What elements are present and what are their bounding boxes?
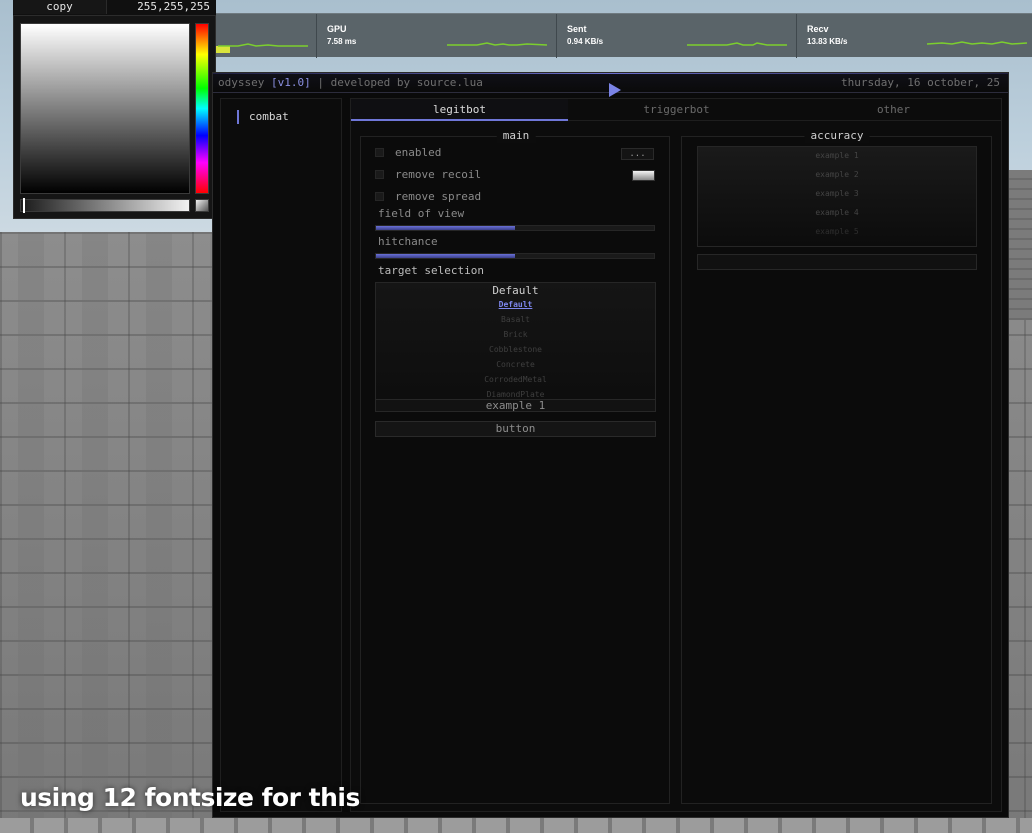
fov-slider[interactable] [375,225,655,231]
hitchance-slider-fill [376,254,515,258]
material-item[interactable]: Brick [376,330,655,339]
stat-value: 0.94 KB/s [567,37,604,46]
material-item[interactable]: Default [376,300,655,309]
window-title: odyssey [v1.0] | developed by source.lua [218,73,483,92]
cursor-icon [609,83,621,97]
stat-recv: Recv 13.83 KB/s [796,14,1032,58]
rgb-value: 255,255,255 [137,0,210,13]
fov-slider-fill [376,226,515,230]
remove-recoil-checkbox[interactable] [375,170,384,179]
material-item[interactable]: Concrete [376,360,655,369]
stat-value: 13.83 KB/s [807,37,848,46]
stat-sent: Sent 0.94 KB/s [556,14,796,58]
remove-spread-checkbox[interactable] [375,192,384,201]
material-item[interactable]: CorrodedMetal [376,375,655,384]
stat-value: 7.58 ms [327,37,357,46]
content-panel: legitbot triggerbot other main enabled .… [350,98,1002,812]
remove-spread-label: remove spread [395,190,482,203]
alpha-cursor[interactable] [23,198,25,213]
stat-label: GPU [327,24,347,34]
title-version: [v1.0] [270,76,311,89]
tower-structure [1008,170,1032,320]
accuracy-section: accuracy example 1 example 2 example 3 e… [681,129,992,804]
stat-label: Recv [807,24,829,34]
ground-edge [0,818,1032,833]
main-button[interactable]: button [375,421,656,437]
tab-other[interactable]: other [785,99,1002,121]
hitchance-slider[interactable] [375,253,655,259]
material-selected-value: Default [492,284,539,297]
accuracy-listbox[interactable]: example 1 example 2 example 3 example 4 … [697,146,977,247]
material-item[interactable]: Basalt [376,315,655,324]
accuracy-item[interactable]: example 4 [698,208,976,217]
material-listbox[interactable]: Default Default Basalt Brick Cobblestone… [375,282,656,412]
menu-window: odyssey [v1.0] | developed by source.lua… [212,72,1009,818]
remove-recoil-row[interactable]: remove recoil [375,168,625,182]
tab-triggerbot[interactable]: triggerbot [568,99,785,121]
recv-graph [926,34,1028,45]
tab-bar: legitbot triggerbot other [351,99,1001,121]
target-selection-label: target selection [378,264,484,277]
accuracy-item[interactable]: example 2 [698,170,976,179]
color-picker-header: copy 255,255,255 [13,0,216,15]
accuracy-item[interactable]: example 3 [698,189,976,198]
date-label: thursday, 16 october, 25 [841,76,1000,89]
title-name: odyssey [218,76,265,89]
sidebar: combat [220,98,342,812]
material-item[interactable]: Cobblestone [376,345,655,354]
tab-legitbot[interactable]: legitbot [351,99,568,121]
section-title-accuracy: accuracy [804,129,870,143]
sent-graph [687,34,787,46]
color-preview [195,199,209,212]
remove-spread-row[interactable]: remove spread [375,190,625,204]
keybind-button[interactable]: ... [621,148,654,160]
accuracy-item[interactable]: example 1 [698,151,976,160]
recoil-color-swatch[interactable] [632,170,655,181]
caption-overlay: using 12 fontsize for this [20,783,360,812]
stat-gpu: GPU 7.58 ms [316,14,556,58]
title-credit: | developed by source.lua [317,76,483,89]
stat-label: Sent [567,24,587,34]
alpha-slider[interactable] [20,198,190,213]
sidebar-item-combat[interactable]: combat [237,110,289,124]
saturation-value-square[interactable] [20,23,190,194]
performance-stats-bar: GPU 7.58 ms Sent 0.94 KB/s Recv 13.83 KB… [216,13,1032,58]
graph-line [218,33,308,47]
accuracy-item[interactable]: example 5 [698,227,976,236]
material-item[interactable]: DiamondPlate [376,390,655,399]
copy-button[interactable]: copy [13,0,107,14]
hue-slider[interactable] [195,23,209,194]
remove-recoil-label: remove recoil [395,168,482,181]
gpu-graph [447,34,548,46]
section-title-main: main [496,129,536,143]
fov-label: field of view [378,207,465,220]
example-dropdown[interactable]: example 1 [375,399,656,412]
hitchance-label: hitchance [378,235,438,248]
enabled-label: enabled [395,146,442,159]
main-section: main enabled ... remove recoil remove sp… [360,129,670,804]
accuracy-input[interactable] [697,254,977,270]
enabled-checkbox[interactable] [375,148,384,157]
color-picker [13,15,216,219]
